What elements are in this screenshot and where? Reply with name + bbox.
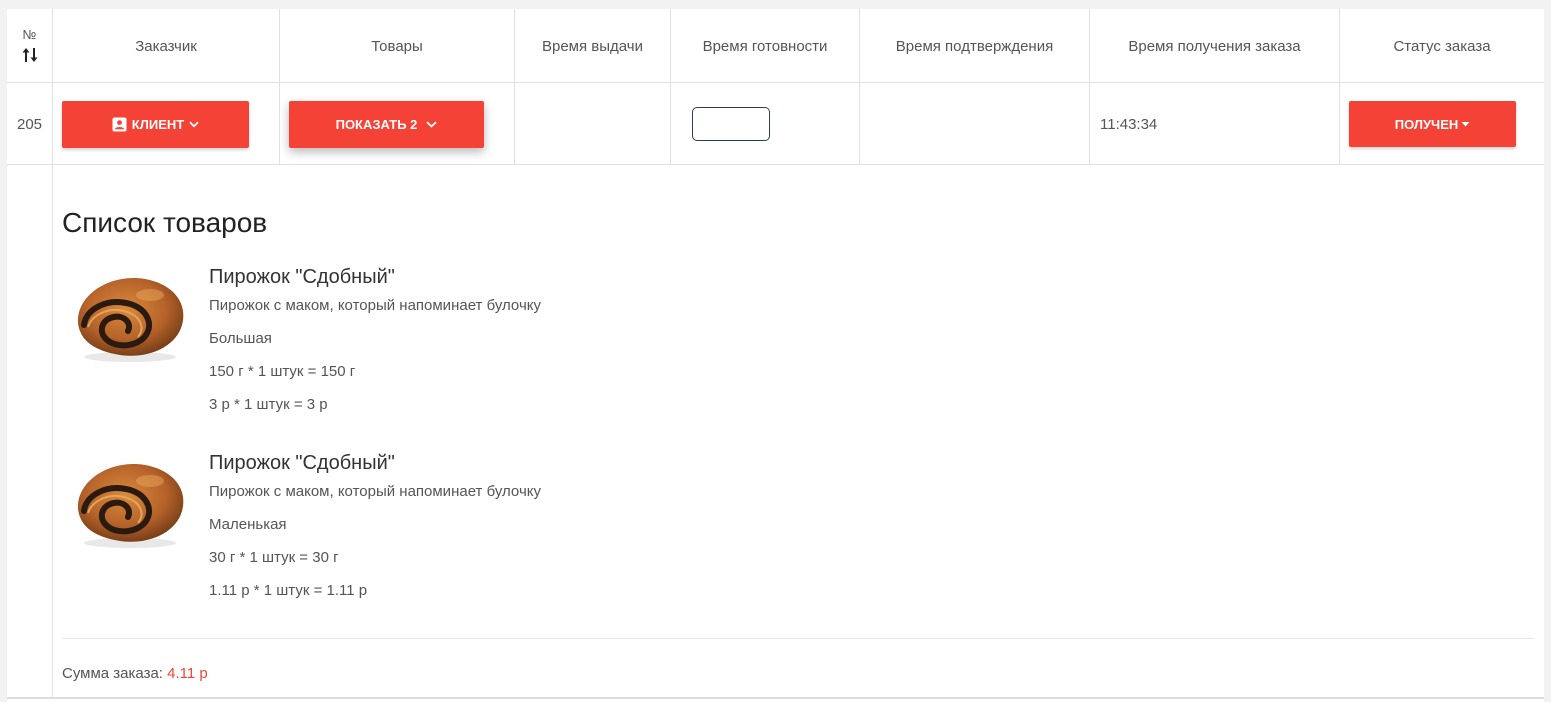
header-goods: Товары <box>280 9 515 83</box>
header-number[interactable]: № <box>7 9 53 83</box>
product-size: Маленькая <box>209 516 287 533</box>
product-name: Пирожок "Сдобный" <box>209 452 395 474</box>
divider <box>62 638 1534 639</box>
status-button-label: Получен <box>1394 116 1459 132</box>
client-button-label: Клиент <box>131 116 185 132</box>
header-issue-time: Время выдачи <box>515 9 671 83</box>
caret-down-icon <box>1461 122 1470 127</box>
number-column-spacer <box>7 165 53 697</box>
next-row-edge <box>7 697 1544 702</box>
ready-time-cell <box>671 83 860 165</box>
order-sum-label: Сумма заказа: <box>62 665 168 682</box>
header-customer: Заказчик <box>53 9 280 83</box>
orders-table: № Заказчик Товары Время выдачи Время гот… <box>7 9 1544 702</box>
product-size: Большая <box>209 330 272 347</box>
product-description: Пирожок с маком, который напоминает було… <box>209 297 541 314</box>
customer-cell: Клиент <box>53 83 280 165</box>
header-receive-time: Время получения заказа <box>1090 9 1340 83</box>
product-name: Пирожок "Сдобный" <box>209 266 395 288</box>
table-row: 205 Клиент Показать 2 <box>7 83 1544 165</box>
product-weight: 150 г * 1 штук = 150 г <box>209 363 356 380</box>
poppy-seed-roll-image <box>77 464 184 548</box>
client-dropdown-button[interactable]: Клиент <box>62 100 249 148</box>
receive-time-cell: 11:43:34 <box>1090 83 1340 165</box>
sort-arrows-icon[interactable] <box>21 45 39 65</box>
order-number: 205 <box>7 83 53 165</box>
product-description: Пирожок с маком, который напоминает було… <box>209 483 541 500</box>
show-goods-button[interactable]: Показать 2 <box>289 100 484 148</box>
status-cell: Получен <box>1340 83 1544 165</box>
list-item: Пирожок "Сдобный" Пирожок с маком, котор… <box>62 265 662 435</box>
order-sum: Сумма заказа: 4.11 р <box>62 665 208 682</box>
ready-time-input[interactable] <box>692 107 770 141</box>
confirm-time-cell <box>860 83 1090 165</box>
header-number-label: № <box>22 27 37 42</box>
product-info: Пирожок "Сдобный" Пирожок с маком, котор… <box>209 451 541 600</box>
header-confirm-time: Время подтверждения <box>860 9 1090 83</box>
goods-cell: Показать 2 <box>280 83 515 165</box>
header-ready-time: Время готовности <box>671 9 860 83</box>
list-item: Пирожок "Сдобный" Пирожок с маком, котор… <box>62 451 662 621</box>
goods-list-panel: Список товаров Пирожок "Сдобный" Пирожок… <box>53 165 1544 697</box>
chevron-down-icon <box>426 121 438 128</box>
goods-button-label: Показать 2 <box>335 116 418 132</box>
poppy-seed-roll-image <box>77 278 184 362</box>
panel-title: Список товаров <box>62 207 268 238</box>
contact-card-icon <box>112 117 127 131</box>
chevron-down-icon <box>189 121 199 127</box>
table-header-row: № Заказчик Товары Время выдачи Время гот… <box>7 9 1544 83</box>
status-dropdown-button[interactable]: Получен <box>1349 101 1516 147</box>
product-weight: 30 г * 1 штук = 30 г <box>209 549 339 566</box>
product-price: 1.11 р * 1 штук = 1.11 р <box>209 582 368 599</box>
issue-time-cell <box>515 83 671 165</box>
order-sum-value: 4.11 р <box>167 665 208 682</box>
header-status: Статус заказа <box>1393 37 1491 55</box>
product-info: Пирожок "Сдобный" Пирожок с маком, котор… <box>209 265 541 414</box>
product-price: 3 р * 1 штук = 3 р <box>209 396 328 413</box>
